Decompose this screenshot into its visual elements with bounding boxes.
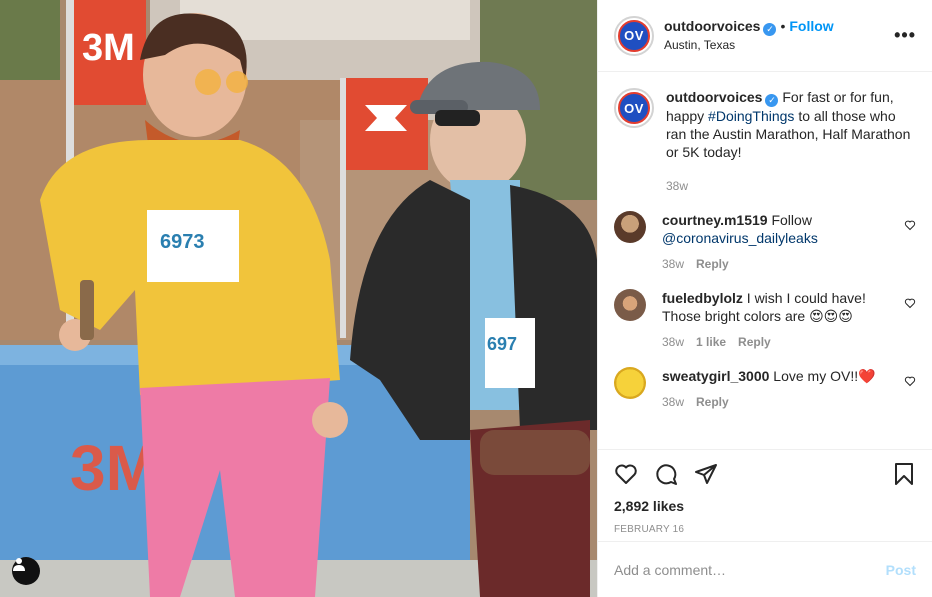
commenter-avatar[interactable] xyxy=(614,367,646,399)
comment-username[interactable]: fueledbylolz xyxy=(662,290,743,306)
post-date[interactable]: FEBRUARY 16 xyxy=(614,524,916,535)
user-tag-button[interactable] xyxy=(12,557,40,585)
reply-button[interactable]: Reply xyxy=(696,257,729,271)
add-comment-bar: Post xyxy=(598,541,932,597)
comment-icon[interactable] xyxy=(654,462,678,486)
comment-likes-count[interactable]: 1 like xyxy=(696,335,726,349)
share-icon[interactable] xyxy=(694,462,718,486)
comment-text: Follow xyxy=(771,212,812,228)
post-header: OV outdoorvoices ✓ • Follow Austin, Texas •… xyxy=(598,0,932,72)
post-actions: 2,892 likes FEBRUARY 16 xyxy=(598,449,932,541)
caption-time[interactable]: 38w xyxy=(666,177,916,195)
reply-button[interactable]: Reply xyxy=(738,335,771,349)
reply-button[interactable]: Reply xyxy=(696,395,729,409)
post-location[interactable]: Austin, Texas xyxy=(664,36,834,54)
comment-text: Love my OV!!❤️ xyxy=(773,368,876,384)
user-tag-icon xyxy=(13,558,25,571)
author-avatar[interactable]: OV xyxy=(614,15,654,56)
post-photo[interactable]: 3M 3M 6973 697 xyxy=(0,0,597,597)
comment-input[interactable] xyxy=(614,561,886,578)
race-bib-number: 6973 xyxy=(160,231,205,253)
comment-like-icon[interactable] xyxy=(904,375,916,387)
caption-hashtag[interactable]: #DoingThings xyxy=(708,108,794,124)
comment-like-icon[interactable] xyxy=(904,297,916,309)
caption-username[interactable]: outdoorvoices xyxy=(666,89,762,105)
comments-list: OV outdoorvoices ✓ For fast or for fun, h… xyxy=(598,72,932,449)
follow-button[interactable]: Follow xyxy=(789,18,833,34)
instagram-post: 3M 3M 6973 697 OV outdoorvoices ✓ • Foll… xyxy=(0,0,932,597)
bookmark-icon[interactable] xyxy=(892,462,916,486)
likes-count[interactable]: 2,892 likes xyxy=(614,498,916,514)
race-bib-number-2: 697 xyxy=(487,334,517,354)
comment-time[interactable]: 38w xyxy=(662,335,684,349)
commenter-avatar[interactable] xyxy=(614,211,646,243)
commenter-avatar[interactable] xyxy=(614,289,646,321)
post-caption: OV outdoorvoices ✓ For fast or for fun, h… xyxy=(614,88,916,195)
comment-like-icon[interactable] xyxy=(904,219,916,231)
more-options-icon[interactable]: ••• xyxy=(894,26,916,44)
post-sidebar: OV outdoorvoices ✓ • Follow Austin, Texas •… xyxy=(597,0,932,597)
avatar-logo-text: OV xyxy=(618,19,650,52)
caption-avatar-logo-text: OV xyxy=(618,92,650,124)
comment-mention[interactable]: @coronavirus_dailyleaks xyxy=(662,230,818,246)
comment-username[interactable]: sweatygirl_3000 xyxy=(662,368,769,384)
comment-item: courtney.m1519 Follow @coronavirus_daily… xyxy=(614,211,916,273)
comment-item: sweatygirl_3000 Love my OV!!❤️ 38w Reply xyxy=(614,367,916,411)
sponsor-3m-sign-text: 3M xyxy=(82,27,135,69)
comment-item: fueledbylolz I wish I could have! Those … xyxy=(614,289,916,351)
comment-time[interactable]: 38w xyxy=(662,395,684,409)
verified-icon: ✓ xyxy=(763,23,777,36)
heart-icon[interactable] xyxy=(614,462,638,486)
caption-avatar[interactable]: OV xyxy=(614,88,654,128)
comment-username[interactable]: courtney.m1519 xyxy=(662,212,768,228)
photo-illustration: 3M 3M 6973 697 xyxy=(0,0,597,597)
comment-time[interactable]: 38w xyxy=(662,257,684,271)
post-comment-button[interactable]: Post xyxy=(886,562,916,578)
author-username[interactable]: outdoorvoices xyxy=(664,18,760,34)
header-separator: • xyxy=(780,18,786,34)
verified-icon: ✓ xyxy=(765,94,779,107)
